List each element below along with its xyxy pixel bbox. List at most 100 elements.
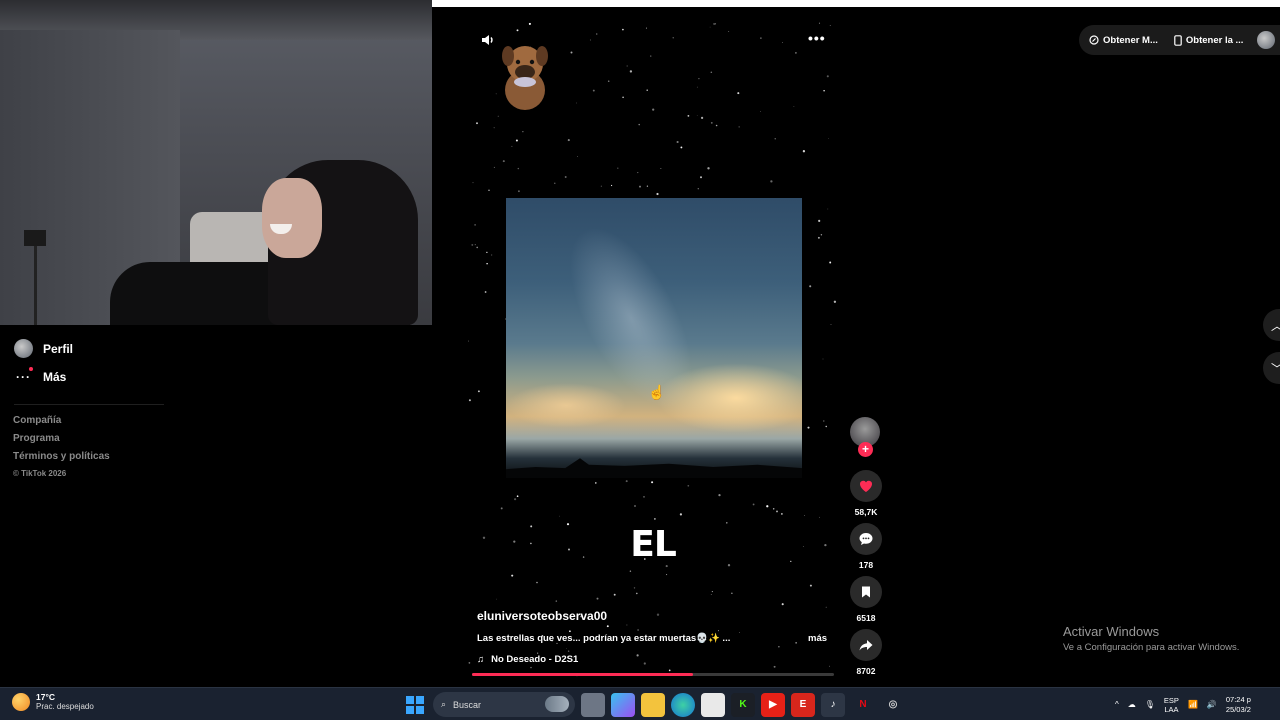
star (698, 77, 700, 80)
star (646, 185, 649, 187)
weather-condition: Prac. despejado (36, 702, 94, 711)
get-app-label: Obtener la ... (1185, 34, 1244, 46)
sidebar-item-more[interactable]: ··· Más (14, 367, 66, 384)
system-tray: ^ ☁ 🎙 ESP LAA 📶 🔊 07:24 p 25/03/2 (1115, 692, 1251, 717)
tiktok-icon[interactable]: ♪ (821, 692, 845, 717)
get-app-button[interactable]: Obtener la ... (1166, 25, 1252, 55)
next-video-button[interactable]: ﹀ (1263, 352, 1280, 384)
star (643, 662, 646, 665)
clock-time: 07:24 p (1225, 694, 1251, 704)
star (820, 234, 823, 236)
video-caption: Las estrellas que ves... podrían ya esta… (477, 633, 731, 644)
wifi-icon[interactable]: 📶 (1188, 700, 1198, 709)
video-player[interactable]: ••• ☝ EL eluniversoteobserva00 Las estre… (468, 22, 838, 677)
hand-cursor-icon: ☝ (648, 384, 666, 400)
sky-photo (506, 198, 802, 478)
webcam-lamp-pole (34, 246, 37, 325)
video-username[interactable]: eluniversoteobserva00 (477, 609, 607, 623)
star (564, 176, 567, 178)
tray-overflow-icon[interactable]: ^ (1115, 700, 1119, 709)
star (607, 80, 610, 82)
user-avatar[interactable] (1257, 31, 1276, 49)
star (471, 243, 474, 246)
footer-link-program[interactable]: Programa (13, 433, 110, 451)
get-coins-button[interactable]: Obtener M... (1079, 25, 1166, 55)
caption-more-link[interactable]: más (808, 633, 827, 644)
star (651, 481, 654, 484)
star (778, 646, 780, 648)
youtube-icon[interactable]: ▶ (761, 692, 785, 717)
star (772, 508, 775, 510)
star (488, 189, 490, 191)
star (634, 505, 636, 507)
more-options-icon[interactable]: ••• (808, 30, 826, 46)
e-app-icon[interactable]: E (791, 692, 815, 717)
star (781, 603, 784, 606)
star (626, 624, 628, 626)
star (802, 150, 806, 153)
star (477, 390, 480, 393)
video-progress-bar[interactable] (472, 673, 834, 676)
save-button[interactable] (850, 576, 882, 608)
star (707, 167, 710, 170)
star (633, 587, 636, 589)
speaker-icon[interactable]: 🔊 (1207, 700, 1217, 709)
watermark-title: Activar Windows (1063, 624, 1160, 639)
star (825, 425, 827, 428)
clock[interactable]: 07:24 p 25/03/2 (1226, 695, 1251, 715)
netflix-icon[interactable]: N (851, 693, 875, 717)
star (830, 324, 832, 325)
follow-plus-icon[interactable]: + (858, 442, 873, 457)
star (807, 426, 810, 429)
star (715, 124, 718, 127)
star (486, 251, 488, 254)
star (474, 224, 476, 226)
footer-link-company[interactable]: Compañía (13, 415, 110, 433)
weather-widget[interactable]: 17°C Prac. despejado (12, 692, 94, 711)
kick-icon[interactable]: K (731, 692, 755, 717)
sidebar-item-profile[interactable]: Perfil (14, 339, 73, 358)
star (596, 597, 599, 600)
star (818, 22, 821, 24)
music-row[interactable]: ♫ No Deseado - D2S1 (477, 654, 578, 665)
copilot-icon[interactable] (611, 692, 635, 717)
treeline (506, 458, 802, 478)
star (613, 593, 616, 596)
footer-link-terms[interactable]: Términos y políticas (13, 451, 110, 469)
video-overlay-text: EL (630, 524, 677, 565)
star (665, 565, 668, 568)
star (468, 340, 469, 342)
star (484, 291, 487, 293)
star (626, 65, 628, 67)
star (536, 581, 538, 584)
microphone-icon[interactable]: 🎙 (1145, 700, 1155, 709)
file-explorer-icon[interactable] (641, 692, 665, 717)
language-indicator[interactable]: ESP LAA (1164, 696, 1179, 714)
coin-icon (1089, 35, 1099, 45)
star (652, 108, 655, 111)
star (728, 31, 730, 33)
previous-video-button[interactable]: ︿ (1263, 309, 1280, 341)
store-icon[interactable] (701, 692, 725, 717)
star (828, 665, 831, 667)
task-view-icon[interactable] (581, 692, 605, 717)
network-app-icon[interactable]: ☁ (1128, 700, 1136, 709)
star (819, 516, 820, 518)
share-button[interactable] (850, 629, 882, 661)
chrome-icon[interactable]: ◎ (881, 693, 905, 717)
share-icon (859, 640, 873, 651)
star (672, 37, 674, 39)
comment-button[interactable] (850, 523, 882, 555)
star (823, 89, 825, 92)
edge-icon[interactable] (671, 692, 695, 717)
star (486, 262, 488, 265)
bookmark-icon (862, 586, 870, 598)
taskbar-search[interactable]: ⌕ Buscar (433, 692, 575, 717)
like-button[interactable] (850, 470, 882, 502)
volume-icon[interactable] (480, 32, 496, 48)
start-button[interactable] (403, 693, 427, 717)
star (827, 208, 829, 210)
star (646, 89, 648, 91)
star (637, 629, 639, 631)
star (636, 654, 639, 657)
